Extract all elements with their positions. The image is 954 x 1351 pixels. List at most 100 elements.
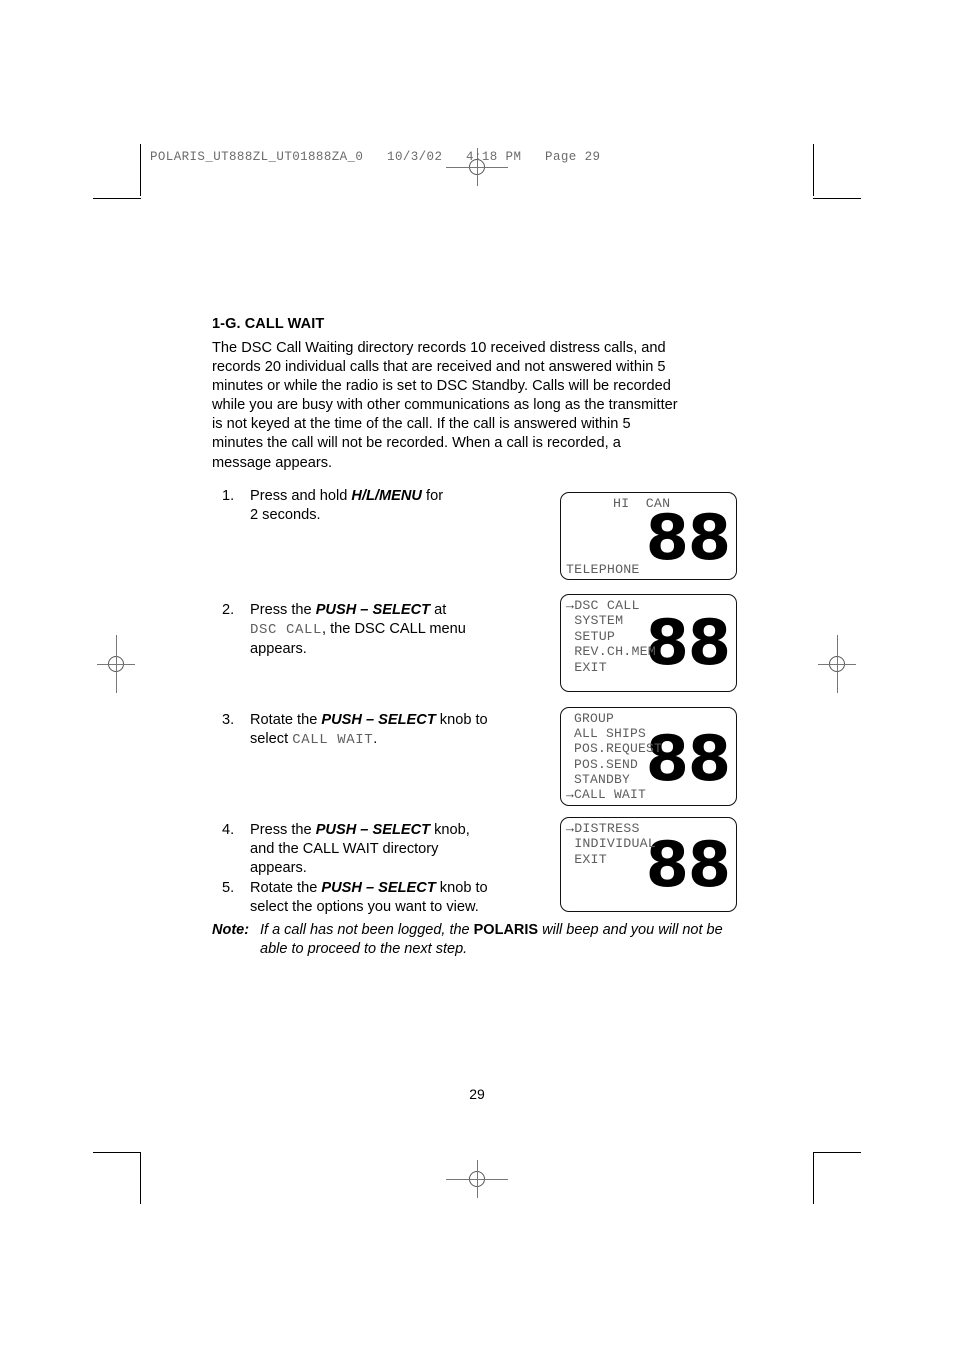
step-item: 3. Rotate the PUSH – SELECT knob to selec… [212, 711, 488, 750]
lcd-menu-item: ALL SHIPS [566, 726, 662, 741]
step-text-part: Press the [250, 602, 316, 618]
crop-mark-bottom-left-vertical [140, 1152, 141, 1204]
step-text-part: for [421, 488, 444, 504]
menu-pointer-spacer [566, 711, 574, 726]
lcd-menu-item: GROUP [566, 711, 662, 726]
crop-mark-bottom-right-vertical [813, 1152, 814, 1204]
lcd-menu-list: →DSC CALL SYSTEM SETUP REV.CH.MEM EXIT [566, 598, 656, 675]
lcd-menu-item: POS.SEND [566, 757, 662, 772]
menu-pointer-arrow-icon: → [566, 821, 575, 836]
step-emphasis: PUSH – SELECT [321, 880, 436, 896]
step-text: Rotate the PUSH – SELECT knob to select C… [250, 711, 488, 750]
lcd-menu-item: STANDBY [566, 772, 662, 787]
step-text-line: and the CALL WAIT directory [250, 841, 439, 858]
step-number: 3. [222, 712, 235, 728]
step-text-part: knob to [435, 712, 488, 728]
lcd-menu-item: INDIVIDUAL [566, 836, 656, 851]
lcd-menu-item-label: CALL WAIT [574, 787, 647, 803]
lcd-menu-item-label: EXIT [574, 659, 607, 675]
printer-header-text: POLARIS_UT888ZL_UT01888ZA_0 10/3/02 4:18… [150, 150, 601, 164]
lcd-menu-item: EXIT [566, 660, 656, 675]
step-text-line: appears. [250, 860, 307, 877]
lcd-menu-item-label: INDIVIDUAL [574, 836, 656, 852]
lcd-menu-item-label: REV.CH.MEM [574, 644, 656, 660]
note-text-part: If a call has not been logged, the [260, 922, 474, 938]
lcd-display-dsc-call-menu: GROUP ALL SHIPS POS.REQUEST POS.SEND STA… [560, 707, 737, 806]
intro-paragraph: The DSC Call Waiting directory records 1… [212, 340, 678, 471]
crop-mark-bottom-left-horizontal [93, 1152, 141, 1153]
note-block: Note: If a call has not been logged, the… [212, 921, 740, 959]
step-text: Press the PUSH – SELECT knob, and the CAL… [250, 821, 470, 879]
crop-mark-bottom-right-horizontal [813, 1152, 861, 1153]
crop-mark-top-left-vertical [140, 144, 141, 196]
step-text: Press the PUSH – SELECT at DSC CALL, the … [250, 601, 466, 660]
menu-pointer-arrow-icon: → [566, 598, 575, 613]
lcd-menu-item: SYSTEM [566, 613, 656, 628]
lcd-menu-item: →DISTRESS [566, 821, 656, 836]
step-text-line: select the options you want to view. [250, 899, 479, 916]
crop-mark-top-right-vertical [813, 144, 814, 196]
lcd-menu-reference: CALL WAIT [292, 732, 374, 749]
lcd-menu-item-label: SETUP [574, 628, 616, 644]
menu-pointer-spacer [566, 726, 574, 741]
menu-pointer-spacer [566, 836, 574, 851]
lcd-menu-item-label: STANDBY [574, 771, 631, 787]
step-item: 5. Rotate the PUSH – SELECT knob to selec… [212, 879, 488, 917]
menu-pointer-spacer [566, 613, 574, 628]
lcd-menu-item: →DSC CALL [566, 598, 656, 613]
step-number: 4. [222, 822, 235, 838]
lcd-menu-item-label: DISTRESS [574, 821, 640, 836]
lcd-menu-item: EXIT [566, 852, 656, 867]
lcd-channel-digits: 88 [645, 501, 731, 574]
lcd-menu-item-label: EXIT [574, 851, 607, 867]
step-text-part: , the DSC CALL menu [322, 621, 466, 638]
step-text-part: Press the [250, 822, 316, 838]
step-text-part: at [430, 602, 447, 618]
page-number: 29 [469, 1086, 485, 1102]
note-label: Note: [212, 922, 250, 938]
menu-pointer-spacer [566, 852, 574, 867]
page-title: 1-G. CALL WAIT [212, 316, 325, 332]
lcd-menu-reference: DSC CALL [250, 622, 323, 639]
step-item: 1. Press and hold H/L/MENU for 2 seconds. [212, 487, 443, 525]
step-text: Press and hold H/L/MENU for 2 seconds. [250, 487, 443, 525]
crop-mark-top-left-horizontal [93, 198, 141, 199]
registration-mark-right-middle [818, 635, 856, 693]
lcd-channel-digits: 88 [645, 828, 731, 901]
lcd-menu-list: GROUP ALL SHIPS POS.REQUEST POS.SEND STA… [566, 711, 662, 802]
lcd-menu-item: SETUP [566, 629, 656, 644]
step-item: 4. Press the PUSH – SELECT knob, and the … [212, 821, 470, 879]
step-emphasis: PUSH – SELECT [315, 822, 431, 838]
lcd-menu-item-label: POS.REQUEST [574, 741, 663, 757]
step-text-part: select [250, 731, 293, 748]
step-text-line: 2 seconds. [250, 507, 321, 524]
step-number: 2. [222, 602, 235, 618]
step-number: 5. [222, 880, 235, 896]
lcd-display-telephone-standby: HI CAN 88 TELEPHONE [560, 492, 737, 580]
lcd-menu-item: REV.CH.MEM [566, 644, 656, 659]
step-text-line: appears. [250, 641, 307, 658]
lcd-menu-list: →DISTRESS INDIVIDUAL EXIT [566, 821, 656, 867]
step-number: 1. [222, 488, 235, 504]
lcd-display-main-menu: →DSC CALL SYSTEM SETUP REV.CH.MEM EXIT 8… [560, 594, 737, 692]
registration-mark-left-middle [97, 635, 135, 693]
lcd-menu-item-label: GROUP [574, 711, 615, 726]
step-text-part: Rotate the [250, 712, 322, 728]
menu-pointer-spacer [566, 772, 574, 787]
step-text-part: Press and hold [250, 488, 352, 504]
menu-pointer-spacer [566, 629, 574, 644]
lcd-menu-item: →CALL WAIT [566, 787, 662, 802]
lcd-menu-item-label: POS.SEND [574, 756, 639, 772]
menu-pointer-arrow-icon: → [566, 787, 575, 803]
step-text-part: knob to [435, 880, 488, 896]
note-text: If a call has not been logged, the POLAR… [260, 921, 740, 959]
lcd-menu-item: POS.REQUEST [566, 741, 662, 756]
step-text: Rotate the PUSH – SELECT knob to select t… [250, 879, 488, 917]
page-content: 1-G. CALL WAIT The DSC Call Waiting dire… [212, 316, 740, 473]
step-emphasis: H/L/MENU [351, 488, 422, 504]
step-text-part: Rotate the [250, 880, 322, 896]
lcd-menu-item-label: ALL SHIPS [574, 726, 647, 742]
menu-pointer-spacer [566, 741, 574, 756]
step-item: 2. Press the PUSH – SELECT at DSC CALL, t… [212, 601, 466, 660]
lcd-channel-digits: 88 [645, 606, 731, 679]
